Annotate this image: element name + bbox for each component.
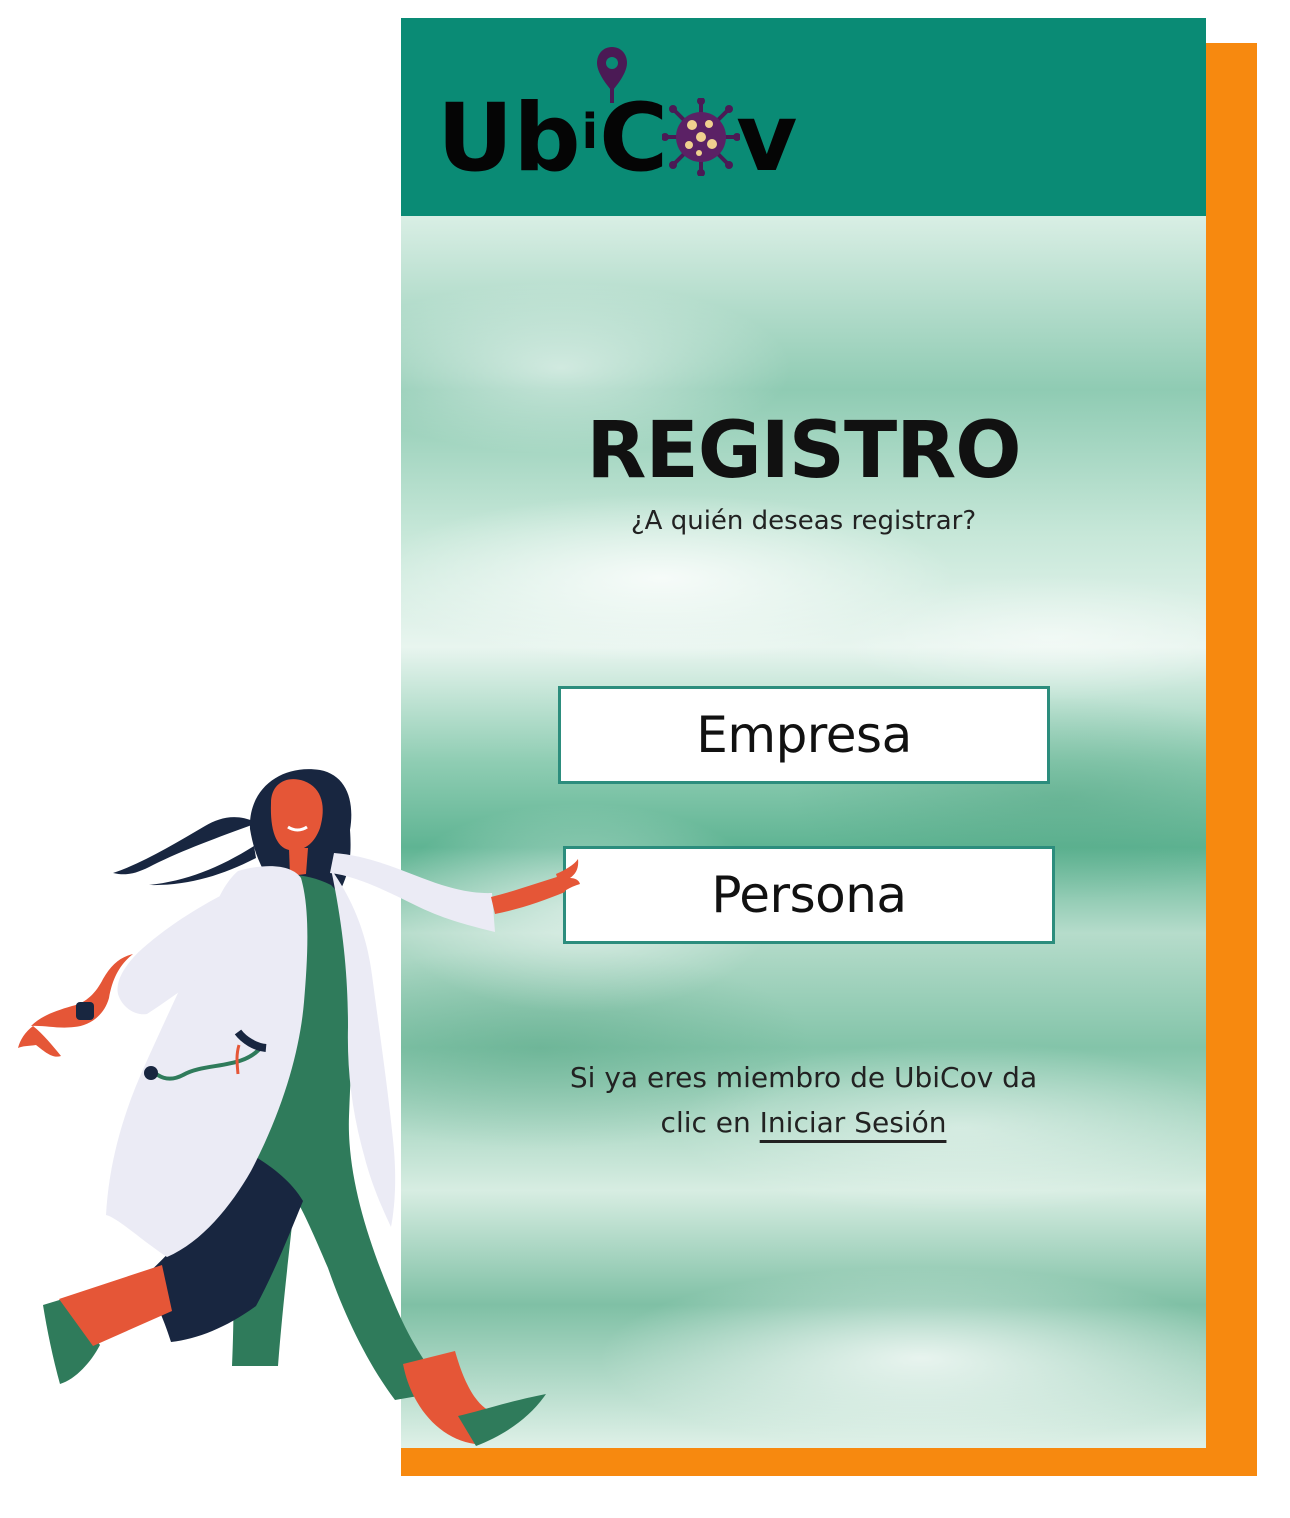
registration-card: Ub i C v REGISTRO ¿A quién deseas regist… xyxy=(401,18,1206,1448)
doctor-head xyxy=(270,779,323,876)
logo-c: C xyxy=(599,84,669,193)
header-bar: Ub i C v xyxy=(401,18,1206,216)
existing-member-message: Si ya eres miembro de UbiCov da clic en … xyxy=(401,1056,1206,1146)
stethoscope xyxy=(144,1029,267,1081)
existing-member-line-1: Si ya eres miembro de UbiCov da xyxy=(569,1061,1038,1094)
ubicov-logo: Ub i C v xyxy=(437,40,857,210)
login-link[interactable]: Iniciar Sesión xyxy=(760,1106,947,1139)
logo-prefix: Ub xyxy=(437,84,581,193)
logo-small-i: i xyxy=(581,104,599,160)
page-subtitle: ¿A quién deseas registrar? xyxy=(630,506,977,536)
registration-screen: Ub i C v REGISTRO ¿A quién deseas regist… xyxy=(0,0,1290,1518)
logo-v: v xyxy=(736,84,798,193)
logo-wordmark: Ub i C v xyxy=(437,92,797,186)
registration-content: REGISTRO ¿A quién deseas registrar? Empr… xyxy=(401,216,1206,1448)
empresa-button[interactable]: Empresa xyxy=(558,686,1050,784)
page-title: REGISTRO xyxy=(586,406,1021,496)
existing-member-line-2: clic en Iniciar Sesión xyxy=(401,1101,1206,1146)
existing-member-line-2-prefix: clic en xyxy=(660,1105,760,1139)
doctor-hair xyxy=(113,769,352,912)
persona-button[interactable]: Persona xyxy=(563,846,1055,944)
virus-icon xyxy=(662,98,741,176)
